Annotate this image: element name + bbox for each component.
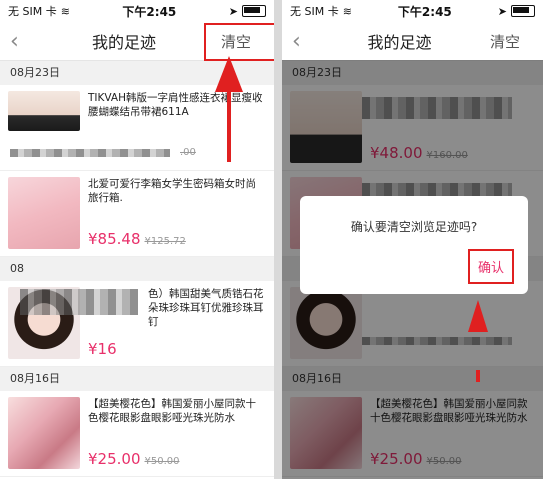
arrow-head-icon	[215, 56, 243, 92]
annotation-arrow	[476, 370, 480, 382]
list-item[interactable]: 北爱可爱行李箱女学生密码箱女时尚旅行箱. ¥85.48 ¥125.72	[0, 171, 274, 257]
confirm-button[interactable]: 确认	[467, 249, 514, 284]
clear-button[interactable]: 清空	[477, 31, 533, 52]
location-icon: ➤	[497, 4, 507, 18]
original-price: .00	[180, 147, 196, 158]
blurred-price	[10, 149, 170, 157]
battery-icon	[510, 5, 535, 17]
clock: 下午2:45	[397, 4, 452, 19]
blurred-title	[20, 289, 138, 315]
left-screen: 无 SIM 卡 ≋ 下午2:45 ➤ ‹ 我的足迹 清空 08月23日 TIKVA…	[0, 0, 274, 479]
annotation-arrow	[227, 90, 231, 162]
product-name: 北爱可爱行李箱女学生密码箱女时尚旅行箱.	[88, 178, 256, 204]
product-name: TIKVAH韩版一字肩性感连衣裙显瘦收腰蝴蝶结吊带裙611A	[88, 92, 263, 118]
back-icon[interactable]: ‹	[292, 29, 322, 54]
carrier-label: 无 SIM 卡	[290, 5, 339, 18]
arrow-head-icon	[468, 300, 488, 332]
page-title: 我的足迹	[367, 33, 432, 52]
price: ¥85.48	[88, 230, 141, 248]
clock: 下午2:45	[122, 4, 177, 19]
product-image	[8, 91, 80, 131]
list-item[interactable]: 色）韩国甜美气质锆石花朵珠珍珠耳钉优雅珍珠耳钉 ¥16	[0, 281, 274, 367]
status-bar: 无 SIM 卡 ≋ 下午2:45 ➤	[0, 0, 274, 22]
original-price: ¥125.72	[144, 236, 186, 247]
product-name: 【超美樱花色】韩国爱丽小屋同款十色樱花眼影盘眼影哑光珠光防水	[88, 398, 256, 424]
product-image	[8, 397, 80, 469]
price: ¥25.00	[88, 450, 141, 468]
status-bar: 无 SIM 卡 ≋ 下午2:45 ➤	[282, 0, 543, 22]
back-icon[interactable]: ‹	[10, 29, 40, 54]
original-price: ¥50.00	[144, 456, 180, 467]
wifi-icon: ≋	[60, 4, 70, 18]
price: ¥16	[88, 340, 117, 358]
location-icon: ➤	[228, 4, 238, 18]
confirm-dialog: 确认要清空浏览足迹吗? 确认	[300, 196, 528, 294]
list-item[interactable]: TIKVAH韩版一字肩性感连衣裙显瘦收腰蝴蝶结吊带裙611A .00	[0, 85, 274, 171]
nav-bar: ‹ 我的足迹 清空	[282, 22, 543, 61]
date-header: 08	[0, 257, 274, 281]
date-header: 08月16日	[0, 367, 274, 391]
wifi-icon: ≋	[342, 4, 352, 18]
carrier-label: 无 SIM 卡	[8, 5, 57, 18]
page-title: 我的足迹	[91, 33, 156, 52]
list-item[interactable]: 【超美樱花色】韩国爱丽小屋同款十色樱花眼影盘眼影哑光珠光防水 ¥25.00 ¥50…	[0, 391, 274, 477]
battery-icon	[241, 5, 266, 17]
product-image	[8, 177, 80, 249]
right-screen: 无 SIM 卡 ≋ 下午2:45 ➤ ‹ 我的足迹 清空 08月23日 ¥48.0…	[282, 0, 543, 479]
dialog-message: 确认要清空浏览足迹吗?	[350, 220, 478, 234]
